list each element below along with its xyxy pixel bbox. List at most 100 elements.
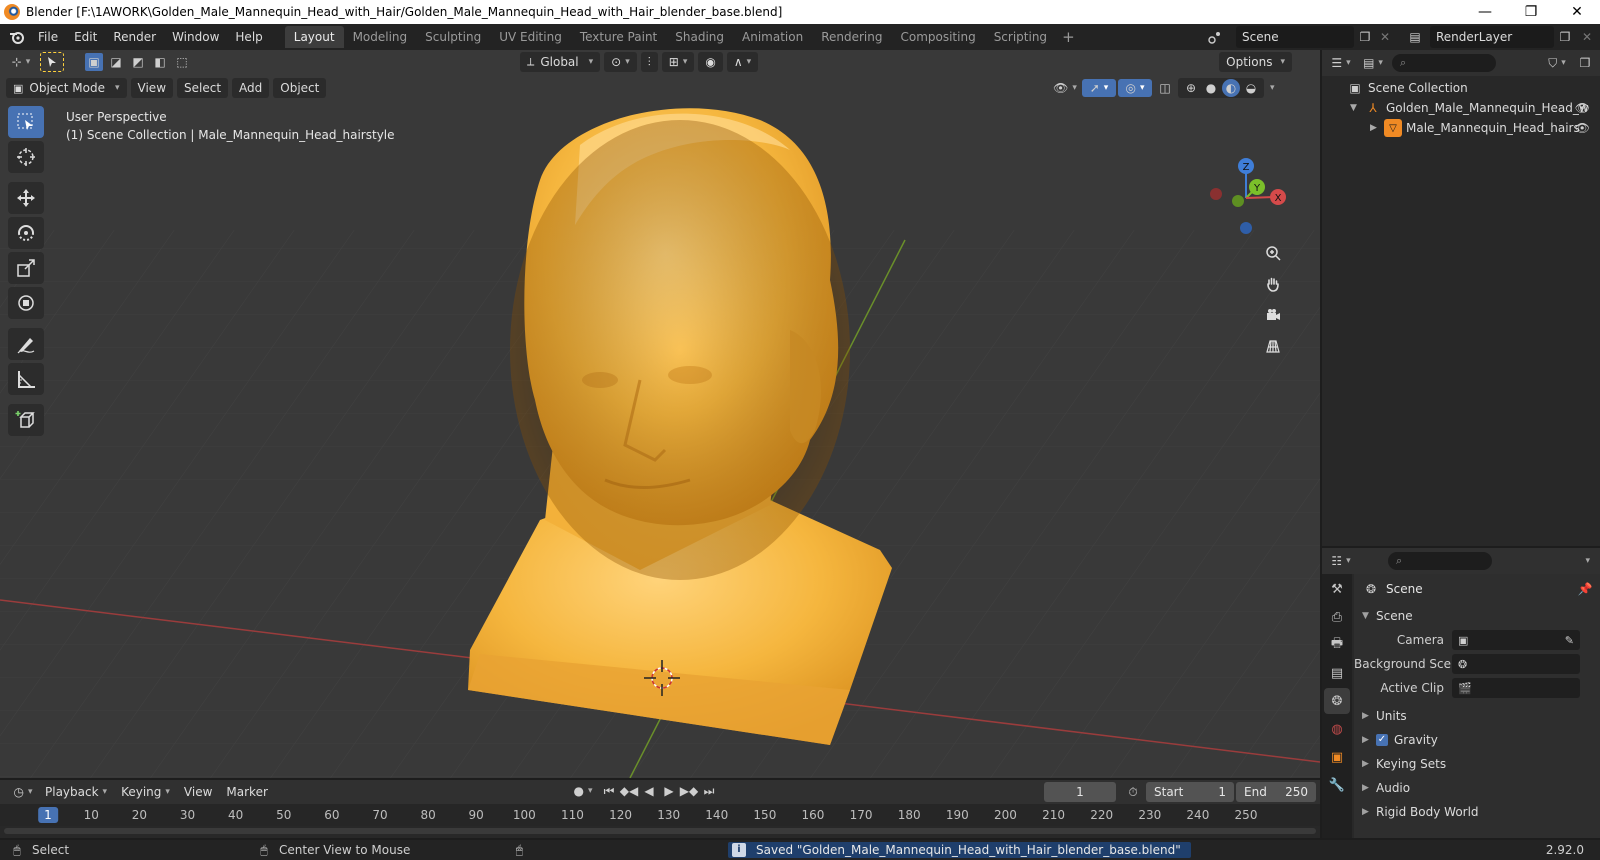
transform-tool[interactable] xyxy=(8,287,44,319)
current-frame-field[interactable]: 1 xyxy=(1044,782,1116,802)
scene-selector[interactable]: Scene xyxy=(1236,26,1354,48)
outliner-row-scene-collection[interactable]: ▣ Scene Collection xyxy=(1322,78,1600,98)
move-tool[interactable] xyxy=(8,182,44,214)
zoom-icon[interactable] xyxy=(1260,240,1286,266)
properties-editor-type-icon[interactable]: ☷ ▾ xyxy=(1328,552,1354,570)
outliner-search-input[interactable]: ⌕ xyxy=(1392,54,1496,72)
view-layer-selector[interactable]: RenderLayer xyxy=(1430,26,1554,48)
tab-sculpting[interactable]: Sculpting xyxy=(416,26,490,48)
start-frame-field[interactable]: Start 1 xyxy=(1146,782,1234,802)
background-scene-field[interactable]: ❂ xyxy=(1452,654,1580,674)
transform-orientation-dropdown[interactable]: ⟂ Global ▾ xyxy=(520,52,601,72)
shading-options-chevron-icon[interactable]: ▾ xyxy=(1270,83,1275,93)
mannequin-head-mesh[interactable] xyxy=(468,108,892,745)
viewport-menu-view[interactable]: View xyxy=(130,78,174,98)
end-frame-field[interactable]: End 250 xyxy=(1236,782,1316,802)
snap-element-dropdown[interactable]: ⊞ ▾ xyxy=(661,52,695,72)
tab-texture-paint[interactable]: Texture Paint xyxy=(571,26,666,48)
world-properties-tab-icon[interactable]: ◍ xyxy=(1324,716,1350,742)
delete-view-layer-icon[interactable]: ✕ xyxy=(1578,28,1596,46)
annotate-tool[interactable] xyxy=(8,328,44,360)
jump-to-next-keyframe-icon[interactable]: ▶◆ xyxy=(680,782,698,800)
display-mode-icon[interactable]: ▤ ▾ xyxy=(1360,54,1386,72)
new-scene-icon[interactable]: ❐ xyxy=(1356,28,1374,46)
timeline-ruler[interactable]: 1 10 20 30 40 50 60 70 80 90 100 110 120 130 140 150 160… xyxy=(0,804,1320,826)
menu-help[interactable]: Help xyxy=(227,24,270,50)
proportional-falloff-dropdown[interactable]: ∧ ▾ xyxy=(726,52,759,72)
tab-animation[interactable]: Animation xyxy=(733,26,812,48)
viewport-menu-object[interactable]: Object xyxy=(273,78,327,98)
timeline-menu-playback[interactable]: Playback ▾ xyxy=(38,782,114,802)
object-properties-tab-icon[interactable]: ▣ xyxy=(1324,744,1350,770)
scene-icon[interactable] xyxy=(1206,28,1224,46)
3d-viewport[interactable]: ⊹▾ ▣ ◪ ◩ ◧ ⬚ ⟂ Global ▾ ⊙▾ ⫶ ⊞▾ ◉ ∧▾ xyxy=(0,50,1320,778)
modifier-properties-tab-icon[interactable]: 🔧 xyxy=(1324,772,1350,798)
ortho-grid-icon[interactable] xyxy=(1260,333,1286,359)
menu-edit[interactable]: Edit xyxy=(66,24,105,50)
delete-scene-icon[interactable]: ✕ xyxy=(1376,28,1394,46)
render-properties-tab-icon[interactable]: ⎙ xyxy=(1324,604,1350,630)
navigation-gizmo[interactable]: Z Y X xyxy=(1210,154,1290,234)
expand-chevron-icon[interactable]: ▶ xyxy=(1370,123,1384,133)
output-properties-tab-icon[interactable]: 🖶 xyxy=(1324,632,1350,658)
menu-render[interactable]: Render xyxy=(105,24,164,50)
scene-panel-header[interactable]: ▼ Scene xyxy=(1354,604,1600,628)
viewport-menu-select[interactable]: Select xyxy=(177,78,229,98)
xray-toggle-icon[interactable]: ◫ xyxy=(1154,79,1176,97)
camera-field[interactable]: ▣ ✎ xyxy=(1452,630,1580,650)
mode-new-selection-icon[interactable]: ▣ xyxy=(85,53,103,71)
tool-properties-tab-icon[interactable]: ⚒ xyxy=(1324,576,1350,602)
tab-scripting[interactable]: Scripting xyxy=(985,26,1056,48)
overlay-toggle-icon[interactable]: ◎ ▾ xyxy=(1118,79,1152,97)
properties-search-input[interactable]: ⌕ xyxy=(1388,552,1492,570)
play-icon[interactable]: ▶ xyxy=(660,782,678,800)
blender-menu-icon[interactable] xyxy=(8,28,26,46)
gravity-panel-header[interactable]: ▶ ✓ Gravity xyxy=(1354,728,1600,752)
gravity-checkbox[interactable]: ✓ xyxy=(1376,734,1388,746)
measure-tool[interactable] xyxy=(8,363,44,395)
tab-modeling[interactable]: Modeling xyxy=(344,26,417,48)
cursor-tool[interactable] xyxy=(8,141,44,173)
outliner-row-golden-head[interactable]: ▼ ⅄ Golden_Male_Mannequin_Head_w 👁 xyxy=(1322,98,1600,118)
visibility-eye-icon[interactable]: 👁 xyxy=(1575,121,1590,135)
keying-sets-panel-header[interactable]: ▶ Keying Sets xyxy=(1354,752,1600,776)
jump-to-start-icon[interactable]: ⏮ xyxy=(600,782,618,800)
editor-type-icon[interactable]: ⊹ ▾ xyxy=(6,53,36,71)
select-box-tool[interactable] xyxy=(8,106,44,138)
expand-chevron-icon[interactable]: ▼ xyxy=(1350,103,1364,113)
wireframe-shading-icon[interactable]: ⊕ xyxy=(1182,79,1200,97)
material-preview-shading-icon[interactable]: ◐ xyxy=(1222,79,1240,97)
stopwatch-icon[interactable]: ⏱ xyxy=(1124,783,1142,801)
active-clip-field[interactable]: 🎬 xyxy=(1452,678,1580,698)
timeline-menu-marker[interactable]: Marker xyxy=(219,782,274,802)
view-layer-properties-tab-icon[interactable]: ▤ xyxy=(1324,660,1350,686)
mode-subtract-selection-icon[interactable]: ◩ xyxy=(129,53,147,71)
outliner-row-hairs[interactable]: ▶ ▽ Male_Mannequin_Head_hairs 👁 xyxy=(1322,118,1600,138)
select-box-tool-icon[interactable] xyxy=(40,52,64,72)
add-workspace-button[interactable]: + xyxy=(1056,26,1081,48)
pivot-point-dropdown[interactable]: ⊙ ▾ xyxy=(604,52,637,72)
rotate-tool[interactable] xyxy=(8,217,44,249)
minimize-button[interactable]: — xyxy=(1462,0,1508,24)
timeline-menu-view[interactable]: View xyxy=(177,782,219,802)
tab-compositing[interactable]: Compositing xyxy=(891,26,984,48)
viewport-menu-add[interactable]: Add xyxy=(232,78,270,98)
visibility-eye-icon[interactable]: 👁 ▾ xyxy=(1050,79,1080,97)
gizmo-neg-y-handle[interactable] xyxy=(1232,195,1244,207)
solid-shading-icon[interactable]: ● xyxy=(1202,79,1220,97)
options-dropdown[interactable]: Options ▾ xyxy=(1219,52,1292,72)
menu-window[interactable]: Window xyxy=(164,24,227,50)
pan-hand-icon[interactable] xyxy=(1260,271,1286,297)
camera-view-icon[interactable] xyxy=(1260,302,1286,328)
units-panel-header[interactable]: ▶ Units xyxy=(1354,704,1600,728)
tab-layout[interactable]: Layout xyxy=(284,26,344,48)
mode-intersect-selection-icon[interactable]: ⬚ xyxy=(173,53,191,71)
timeline-menu-keying[interactable]: Keying ▾ xyxy=(114,782,177,802)
filter-icon[interactable]: ⛉ ▾ xyxy=(1544,54,1570,72)
timeline-editor-type-icon[interactable]: ◷ ▾ xyxy=(8,783,38,801)
pin-icon[interactable]: 📌 xyxy=(1576,580,1594,598)
add-cube-tool[interactable] xyxy=(8,404,44,436)
gizmo-neg-z-handle[interactable] xyxy=(1240,222,1252,234)
properties-options-chevron-icon[interactable]: ▾ xyxy=(1585,556,1590,566)
play-reverse-icon[interactable]: ◀ xyxy=(640,782,658,800)
